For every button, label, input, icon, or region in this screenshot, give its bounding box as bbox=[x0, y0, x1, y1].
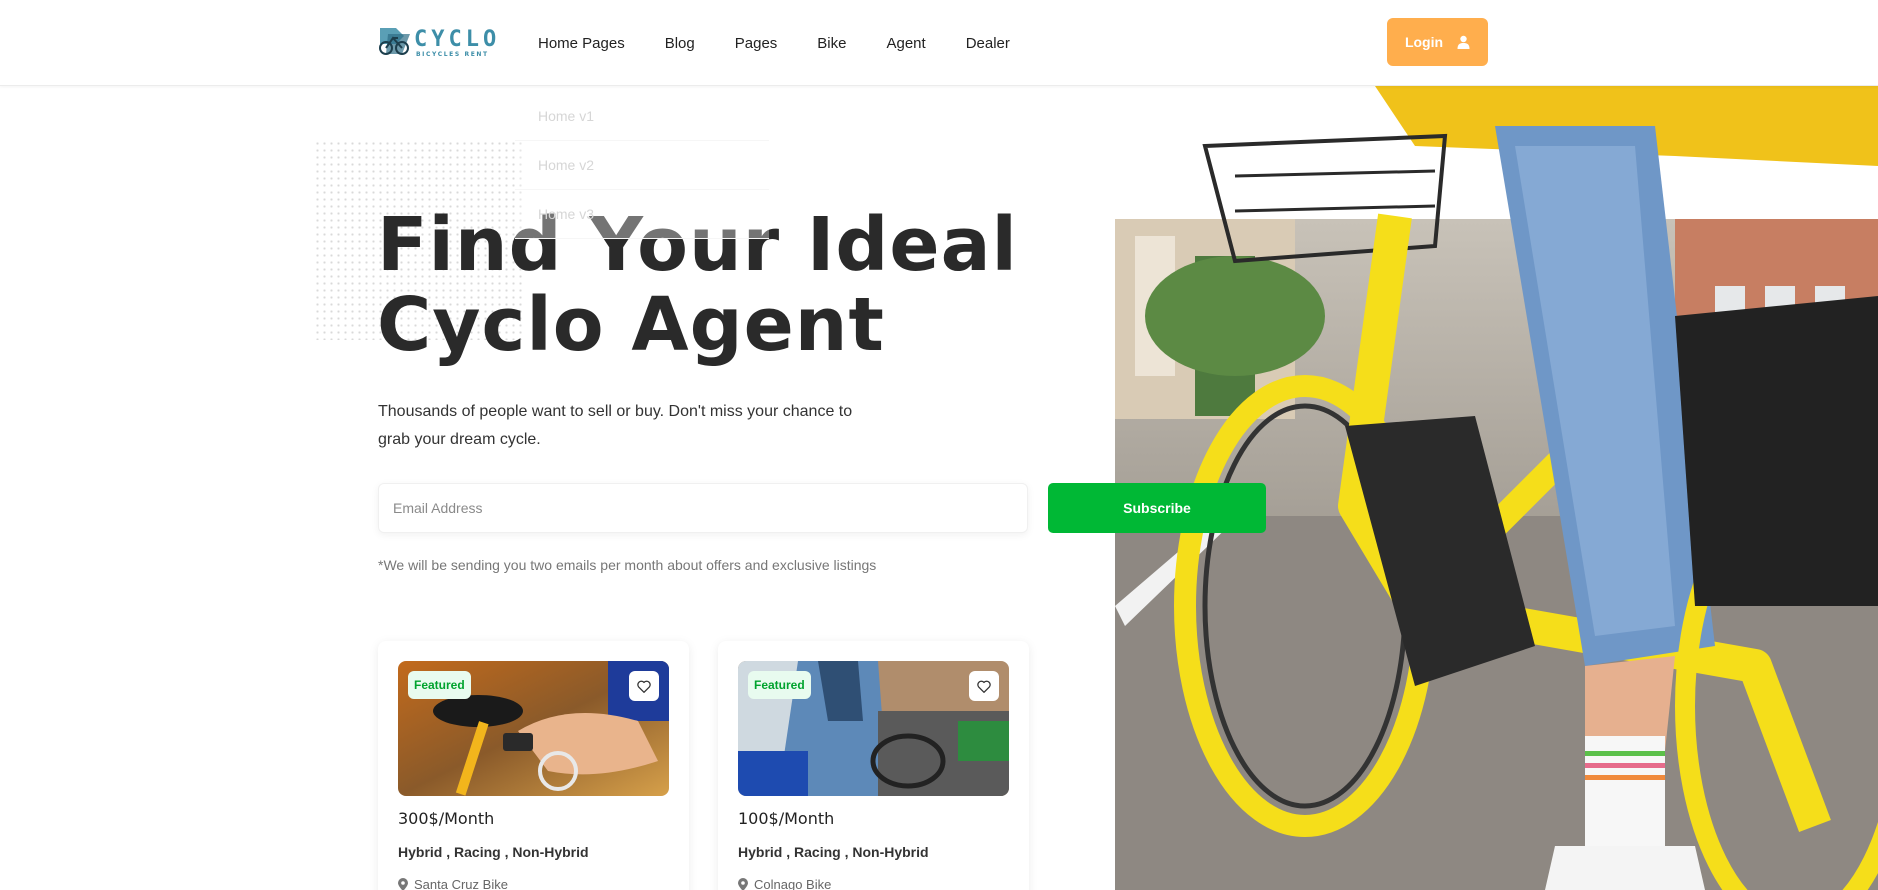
home-pages-dropdown: Home v1 Home v2 Home v3 bbox=[515, 92, 769, 239]
email-disclaimer: *We will be sending you two emails per m… bbox=[378, 557, 877, 573]
listing-image[interactable]: Featured bbox=[398, 661, 669, 796]
hero-title-line2: Cyclo Agent bbox=[377, 282, 885, 368]
email-input[interactable] bbox=[378, 483, 1028, 533]
location-label: Colnago Bike bbox=[754, 877, 832, 890]
featured-badge: Featured bbox=[748, 671, 811, 699]
listing-tags: Hybrid , Racing , Non-Hybrid bbox=[398, 844, 589, 860]
brand-name: CYCLO bbox=[414, 27, 501, 52]
favorite-button[interactable] bbox=[629, 671, 659, 701]
nav-bike[interactable]: Bike bbox=[817, 35, 846, 52]
nav-pages[interactable]: Pages bbox=[735, 35, 778, 52]
favorite-button[interactable] bbox=[969, 671, 999, 701]
listing-location: Santa Cruz Bike bbox=[398, 877, 508, 890]
main-nav: Home Pages Blog Pages Bike Agent Dealer bbox=[538, 0, 1050, 86]
featured-badge: Featured bbox=[408, 671, 471, 699]
listing-price: 300$/Month bbox=[398, 809, 495, 828]
hero-subtitle: Thousands of people want to sell or buy.… bbox=[378, 403, 853, 448]
nav-dealer[interactable]: Dealer bbox=[966, 35, 1010, 52]
heart-icon bbox=[977, 680, 991, 693]
dropdown-item-home-v2[interactable]: Home v2 bbox=[515, 141, 769, 190]
listing-card[interactable]: Featured 100$/Month Hybrid , Racing , No… bbox=[718, 641, 1029, 890]
listing-tags: Hybrid , Racing , Non-Hybrid bbox=[738, 844, 929, 860]
login-button[interactable]: Login bbox=[1387, 18, 1488, 66]
nav-agent[interactable]: Agent bbox=[886, 35, 925, 52]
dropdown-item-home-v1[interactable]: Home v1 bbox=[515, 92, 769, 141]
subscribe-button[interactable]: Subscribe bbox=[1048, 483, 1266, 533]
listing-image[interactable]: Featured bbox=[738, 661, 1009, 796]
nav-blog[interactable]: Blog bbox=[665, 35, 695, 52]
dropdown-item-home-v3[interactable]: Home v3 bbox=[515, 190, 769, 239]
brand-logo[interactable]: CYCLO BICYCLES RENT bbox=[376, 24, 496, 60]
location-label: Santa Cruz Bike bbox=[414, 877, 508, 890]
brand-tagline: BICYCLES RENT bbox=[416, 51, 489, 58]
listing-card[interactable]: Featured 300$/Month Hybrid , Racing , No… bbox=[378, 641, 689, 890]
site-header: CYCLO BICYCLES RENT Home Pages Blog Page… bbox=[0, 0, 1878, 86]
nav-home-pages[interactable]: Home Pages bbox=[538, 35, 625, 52]
bicycle-logo-icon bbox=[379, 28, 410, 55]
listing-location: Colnago Bike bbox=[738, 877, 831, 890]
listing-price: 100$/Month bbox=[738, 809, 835, 828]
map-pin-icon bbox=[738, 878, 748, 890]
map-pin-icon bbox=[398, 878, 408, 890]
user-icon bbox=[1457, 35, 1470, 49]
heart-icon bbox=[637, 680, 651, 693]
login-label: Login bbox=[1404, 34, 1444, 50]
